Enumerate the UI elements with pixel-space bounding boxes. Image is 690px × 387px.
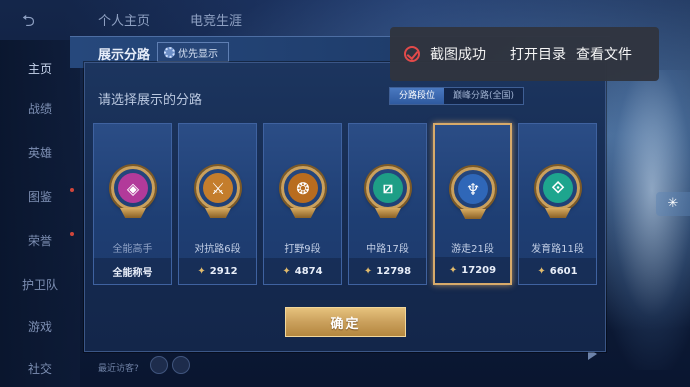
card-footer: ✦ 12798: [349, 258, 426, 284]
badge-ring: ♆: [451, 167, 495, 211]
hero-art: [595, 70, 690, 370]
sidebar-item-label: 战绩: [27, 102, 52, 116]
star-icon: ✦: [282, 265, 291, 277]
card-footer: ✦ 6601: [519, 258, 596, 284]
all-round-icon: ◈: [118, 173, 148, 203]
card-label: 对抗路6段: [194, 244, 241, 255]
card-footer-value: 4874: [294, 265, 323, 277]
avatar[interactable]: [172, 356, 190, 374]
lane-card-clash[interactable]: ⚔ 对抗路6段 ✦ 2912: [178, 123, 257, 285]
card-footer-value: 2912: [209, 265, 238, 277]
badge-ring: ❂: [281, 166, 325, 210]
notification-dot: [70, 232, 74, 236]
badge-base: [375, 208, 401, 218]
star-icon: ✦: [363, 265, 373, 277]
badge-ring: ◈: [111, 166, 155, 210]
share-icon[interactable]: ✳: [656, 192, 690, 216]
open-folder-link[interactable]: 打开目录: [510, 44, 566, 64]
sidebar-item-honor[interactable]: 荣誉: [0, 232, 80, 249]
card-footer-value: 全能称号: [112, 267, 153, 279]
priority-display-button[interactable]: 优先显示: [157, 42, 229, 62]
sidebar-item-label: 图鉴: [27, 190, 52, 204]
sidebar-item-social[interactable]: 社交: [0, 360, 80, 377]
recent-visitors[interactable]: 最近访客?: [98, 361, 139, 374]
tab-peak-lane[interactable]: 巅峰分路(全国): [444, 88, 523, 104]
badge-ring: ⧄: [366, 166, 410, 210]
lane-tabs: 分路段位 巅峰分路(全国): [389, 87, 525, 105]
lane-card-roam[interactable]: ♆ 游走21段 ✦ 17209: [433, 123, 512, 285]
card-label: 全能高手: [112, 244, 153, 255]
lane-card-all-round[interactable]: ◈ 全能高手 全能称号: [93, 123, 172, 285]
lane-card-farm[interactable]: ⟐ 发育路11段 ✦ 6601: [518, 123, 597, 285]
card-footer: 全能称号: [94, 258, 171, 284]
sidebar-item-label: 游戏: [27, 320, 52, 334]
badge-ring: ⟐: [536, 166, 580, 210]
jungle-icon: ❂: [288, 173, 318, 203]
priority-display-label: 优先显示: [178, 48, 218, 60]
badge: ♆: [447, 163, 499, 215]
card-footer: ✦ 2912: [179, 258, 256, 284]
badge-base: [205, 208, 231, 218]
toast-message: 截图成功: [430, 47, 486, 63]
badge: ⟐: [532, 162, 584, 214]
badge-base: [545, 208, 571, 218]
star-icon: ✦: [537, 265, 546, 277]
check-circle-icon: [404, 46, 420, 62]
dialog-title: 展示分路: [98, 48, 151, 63]
badge: ⚔: [192, 162, 244, 214]
lane-select-dialog: 请选择展示的分路 分路段位 巅峰分路(全国) ◈ 全能高手 全能称号 ⚔ 对抗路…: [84, 62, 606, 352]
card-footer: ✦ 4874: [264, 258, 341, 284]
notification-dot: [70, 188, 74, 192]
top-tabs: 个人主页 电竞生涯: [98, 10, 242, 29]
sidebar-item-collection[interactable]: 图鉴: [0, 188, 80, 205]
lane-card-jungle[interactable]: ❂ 打野9段 ✦ 4874: [263, 123, 342, 285]
badge-base: [460, 209, 486, 219]
mid-lane-icon: ⧄: [373, 173, 403, 203]
sidebar-item-records[interactable]: 战绩: [0, 100, 80, 117]
card-label: 中路17段: [366, 244, 409, 255]
card-footer-value: 12798: [376, 265, 412, 277]
screenshot-toast: 截图成功 打开目录 查看文件: [390, 27, 659, 81]
tab-profile[interactable]: 个人主页: [98, 10, 150, 29]
view-file-link[interactable]: 查看文件: [576, 44, 632, 64]
card-label: 游走21段: [451, 244, 494, 255]
sidebar-item-guard[interactable]: 护卫队: [0, 276, 80, 293]
badge-base: [120, 208, 146, 218]
badge: ❂: [277, 162, 329, 214]
sidebar-item-label: 主页: [27, 62, 52, 76]
confirm-button[interactable]: 确定: [285, 307, 406, 337]
badge-ring: ⚔: [196, 166, 240, 210]
card-label: 发育路11段: [531, 244, 584, 255]
card-footer-value: 6601: [549, 265, 578, 277]
lane-cards: ◈ 全能高手 全能称号 ⚔ 对抗路6段 ✦2912 ❂ 打野9段 ✦4874: [93, 123, 597, 285]
sidebar-item-games[interactable]: 游戏: [0, 318, 80, 335]
dialog-prompt: 请选择展示的分路: [98, 93, 203, 108]
card-footer: ✦ 17209: [435, 257, 510, 283]
tab-esports[interactable]: 电竞生涯: [190, 10, 242, 29]
sidebar-item-heroes[interactable]: 英雄: [0, 144, 80, 161]
badge: ⧄: [362, 162, 414, 214]
sidebar: 主页 战绩 英雄 图鉴 荣誉 护卫队 游戏 社交: [0, 40, 80, 387]
sidebar-item-label: 护卫队: [21, 278, 58, 292]
card-footer-value: 17209: [461, 264, 497, 276]
avatar[interactable]: [150, 356, 168, 374]
star-icon: ✦: [197, 265, 206, 277]
star-icon: ✦: [448, 264, 458, 276]
roam-icon: ♆: [458, 174, 488, 204]
back-icon[interactable]: ⮌: [22, 10, 54, 30]
tab-lane-rank[interactable]: 分路段位: [390, 88, 445, 104]
clash-lane-icon: ⚔: [203, 173, 233, 203]
sidebar-item-label: 荣誉: [27, 234, 52, 248]
sidebar-item-home[interactable]: 主页: [0, 60, 80, 77]
badge-base: [290, 208, 316, 218]
farm-lane-icon: ⟐: [543, 173, 573, 203]
sidebar-item-label: 社交: [27, 362, 52, 376]
lane-card-mid[interactable]: ⧄ 中路17段 ✦ 12798: [348, 123, 427, 285]
gear-icon: [164, 46, 175, 58]
badge: ◈: [107, 162, 159, 214]
card-label: 打野9段: [284, 244, 321, 255]
sidebar-item-label: 英雄: [27, 146, 52, 160]
